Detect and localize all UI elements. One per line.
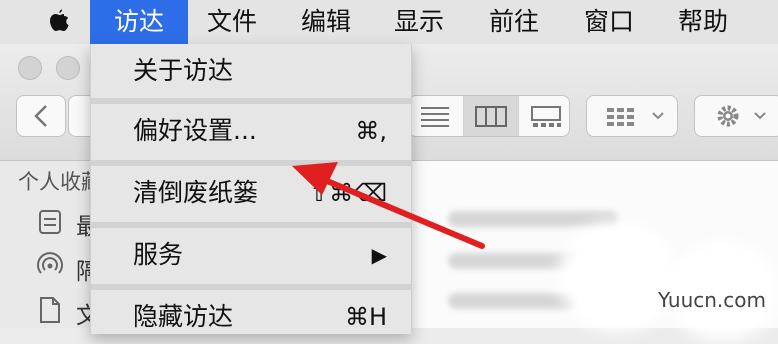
annotation-arrow-icon (292, 162, 485, 249)
